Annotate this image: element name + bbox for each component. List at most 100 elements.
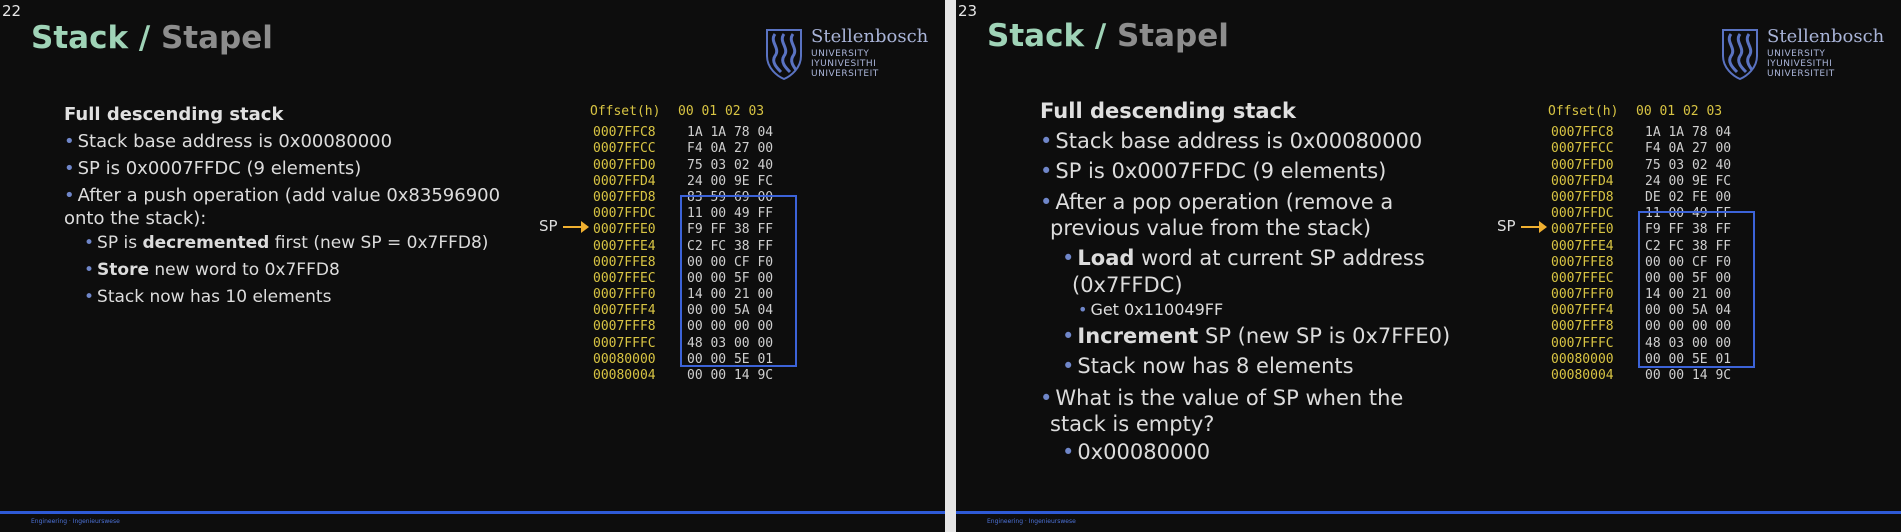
bullet-icon: • — [84, 233, 95, 253]
bullet-icon: • — [64, 158, 75, 179]
memory-row: 0007FFD0 75 03 02 40 — [1548, 158, 1731, 174]
memory-offset: 00080000 — [593, 351, 656, 367]
bullet-strong: Load — [1077, 246, 1135, 270]
memory-offset: 0007FFD8 — [593, 189, 656, 205]
sub-bullet-item: • Load word at current SP address (0x7FFD… — [1040, 241, 1460, 299]
bullet-item: • Stack base address is 0x00080000 — [1040, 126, 1460, 156]
bullet-item: • Stack base address is 0x00080000 — [64, 128, 524, 155]
memory-bytes: 24 00 9E FC — [1645, 173, 1732, 189]
memory-row: 0007FFC8 1A 1A 78 04 — [1548, 125, 1731, 141]
section-heading: Full descending stack — [1040, 99, 1297, 123]
memory-row: 0007FFC8 1A 1A 78 04 — [590, 125, 773, 141]
bullet-item: • SP is 0x0007FFDC (9 elements) — [1040, 156, 1460, 186]
memory-offset: 0007FFE0 — [593, 222, 656, 238]
bullet-text: SP is 0x0007FFDC (9 elements) — [1055, 159, 1387, 183]
bullet-text: 0x00080000 — [1077, 440, 1211, 464]
slide-23[interactable]: 23 Stack / Stapel Stellenbosch UNIVERSIT… — [956, 0, 1901, 532]
memory-row: 0007FFD8 DE 02 FE 00 — [1548, 190, 1731, 206]
bullet-text: first (new SP = 0x7FFD8) — [269, 233, 489, 253]
slide-title: Stack / Stapel — [31, 20, 273, 56]
bullet-icon: • — [1062, 246, 1075, 270]
logo-line: UNIVERSITEIT — [811, 69, 879, 79]
logo-emblem-icon — [1722, 29, 1758, 80]
sub-bullet-item: • Store new word to 0x7FFD8 — [64, 257, 524, 284]
slide-number: 22 — [2, 2, 22, 20]
memory-offset: 0007FFDC — [593, 206, 656, 222]
footer-bar — [0, 511, 945, 514]
memory-offset: 0007FFD0 — [1551, 157, 1614, 173]
slide-body: Full descending stack • Stack base addres… — [64, 101, 524, 311]
sub-bullet-item: • Stack now has 8 elements — [1040, 351, 1460, 381]
sp-arrow-icon — [563, 221, 589, 233]
stack-highlight — [680, 195, 797, 367]
sp-label: SP — [539, 217, 558, 235]
memory-offset: 0007FFE4 — [1551, 238, 1614, 254]
slide-separator — [945, 0, 956, 532]
stack-highlight — [1638, 211, 1755, 368]
university-logo: Stellenbosch UNIVERSITY IYUNIVESITHI UNI… — [763, 26, 928, 80]
sub-bullet-item: • Stack now has 10 elements — [64, 284, 524, 311]
memory-row: 0007FFD4 24 00 9E FC — [590, 174, 773, 190]
bullet-icon: • — [1040, 159, 1053, 183]
column-header: 00 01 02 03 — [678, 104, 765, 119]
logo-name: Stellenbosch — [811, 26, 929, 47]
title-stack: Stack — [31, 20, 129, 56]
memory-offset: 0007FFD8 — [1551, 189, 1614, 205]
memory-offset: 0007FFF4 — [1551, 303, 1614, 319]
memory-bytes: DE 02 FE 00 — [1645, 189, 1732, 205]
logo-line: UNIVERSITY — [1767, 49, 1826, 59]
bullet-strong: decremented — [142, 233, 270, 253]
memory-bytes: 00 00 14 9C — [1645, 368, 1732, 383]
bullet-icon: • — [1040, 129, 1053, 153]
footer-bar — [956, 511, 1901, 514]
memory-offset: 0007FFC8 — [1551, 125, 1614, 141]
column-header: 00 01 02 03 — [1636, 104, 1723, 119]
bullet-text: After a pop operation (remove a previous… — [1050, 190, 1394, 240]
memory-offset: 0007FFE0 — [1551, 222, 1614, 238]
memory-row: 00080004 00 00 14 9C — [1548, 368, 1731, 384]
bullet-text: SP is — [97, 233, 143, 253]
logo-line: IYUNIVESITHI — [811, 59, 877, 69]
memory-offset: 00080004 — [1551, 368, 1614, 383]
logo-emblem-icon — [766, 29, 802, 80]
logo-line: UNIVERSITY — [811, 49, 870, 59]
logo-line: UNIVERSITEIT — [1767, 69, 1835, 79]
bullet-icon: • — [1078, 300, 1088, 319]
bullet-icon: • — [1062, 354, 1075, 378]
memory-offset: 0007FFE8 — [1551, 254, 1614, 270]
bullet-item: • After a pop operation (remove a previou… — [1040, 186, 1460, 241]
memory-offset: 0007FFE8 — [593, 254, 656, 270]
bullet-text: Stack base address is 0x00080000 — [77, 131, 393, 152]
bullet-item: • After a push operation (add value 0x835… — [64, 182, 524, 230]
title-separator: / — [138, 20, 151, 56]
memory-offset: 0007FFF0 — [593, 287, 656, 303]
bullet-icon: • — [84, 287, 95, 307]
memory-offset: 0007FFF8 — [593, 319, 656, 335]
offset-header: Offset(h) — [590, 104, 661, 119]
memory-row: 0007FFCC F4 0A 27 00 — [590, 141, 773, 157]
memory-offset: 00080004 — [593, 368, 656, 383]
bullet-icon: • — [64, 131, 75, 152]
bullet-item: • SP is 0x0007FFDC (9 elements) — [64, 155, 524, 182]
bullet-icon: • — [84, 260, 95, 280]
sub-bullet-item: • 0x00080000 — [1040, 437, 1460, 467]
bullet-icon: • — [1040, 190, 1053, 214]
bullet-strong: Increment — [1077, 324, 1199, 348]
bullet-text: What is the value of SP when the stack i… — [1050, 386, 1404, 436]
slide-22[interactable]: 22 Stack / Stapel Stellenbosch UNIVERSIT… — [0, 0, 945, 532]
memory-offset: 0007FFFC — [593, 335, 656, 351]
bullet-text: SP is 0x0007FFDC (9 elements) — [77, 158, 362, 179]
memory-offset: 0007FFC8 — [593, 125, 656, 141]
bullet-icon: • — [64, 185, 75, 206]
bullet-text: Stack now has 10 elements — [97, 287, 332, 307]
title-stack: Stack — [987, 18, 1085, 54]
memory-offset: 0007FFD4 — [593, 173, 656, 189]
memory-bytes: 1A 1A 78 04 — [687, 125, 774, 141]
memory-offset: 0007FFCC — [593, 141, 656, 157]
memory-offset: 0007FFD0 — [593, 157, 656, 173]
memory-header: Offset(h) 00 01 02 03 — [1548, 104, 1731, 120]
logo-name: Stellenbosch — [1767, 26, 1885, 47]
bullet-item: • What is the value of SP when the stack … — [1040, 381, 1460, 437]
section-heading: Full descending stack — [64, 104, 284, 125]
bullet-icon: • — [1062, 440, 1075, 464]
